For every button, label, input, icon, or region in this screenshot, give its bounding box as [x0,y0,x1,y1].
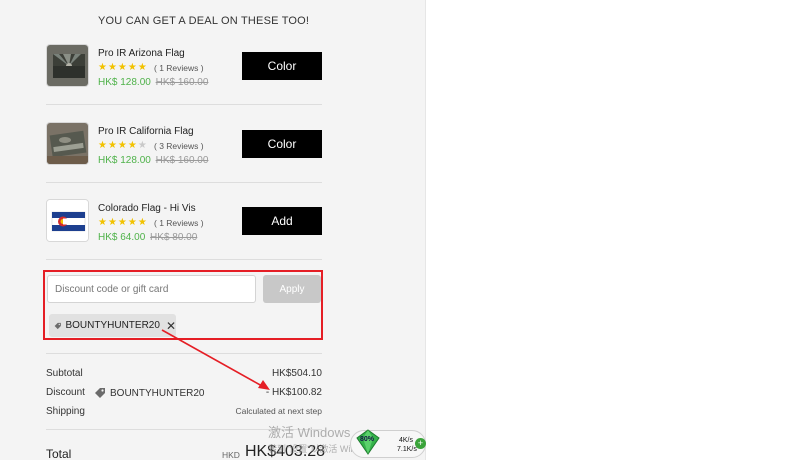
product-divider [46,259,322,260]
shipping-label: Shipping [46,406,85,417]
star-rating: ★★★★★ [98,140,148,151]
widget-percent: 80% [360,436,375,443]
discount-label: Discount [46,387,85,398]
product-name[interactable]: Pro IR California Flag [98,126,194,137]
remove-discount-icon[interactable]: ✕ [166,319,176,333]
subtotal-label: Subtotal [46,368,83,379]
discount-row: Discount BOUNTYHUNTER20 - HK$100.82 [46,387,322,399]
product-divider [46,104,322,105]
download-speed: 7.1K/s [397,446,417,453]
product-thumbnail[interactable] [46,122,89,165]
review-count[interactable]: ( 1 Reviews ) [154,218,204,228]
discount-code-input[interactable]: Discount code or gift card [47,275,256,303]
upsell-title: YOU CAN GET A DEAL ON THESE TOO! [98,15,310,27]
apply-button[interactable]: Apply [263,275,321,303]
panel-divider [425,0,426,460]
color-button[interactable]: Color [242,130,322,158]
plus-icon[interactable]: + [415,438,426,449]
applied-discount-code: BOUNTYHUNTER20 [65,320,160,331]
subtotal-row: Subtotal HK$504.10 [46,368,322,379]
section-divider [46,353,322,354]
product-name[interactable]: Pro IR Arizona Flag [98,48,185,59]
product-thumbnail[interactable] [46,199,89,242]
sale-price: HK$ 128.00 [98,77,151,88]
discount-code-text: BOUNTYHUNTER20 [110,387,205,399]
review-count[interactable]: ( 1 Reviews ) [154,63,204,73]
sale-price: HK$ 64.00 [98,232,146,243]
product-price: HK$ 128.00 HK$ 160.00 [98,77,208,88]
original-price: HK$ 160.00 [155,155,209,166]
upsell-product-colorado: Colorado Flag - Hi Vis ★★★★★ ( 1 Reviews… [46,199,322,277]
color-button[interactable]: Color [242,52,322,80]
subtotal-value: HK$504.10 [271,368,322,379]
upsell-product-california: Pro IR California Flag ★★★★★ ( 3 Reviews… [46,122,322,200]
product-thumbnail[interactable] [46,44,89,87]
shipping-value: Calculated at next step [235,406,322,416]
discount-value: - HK$100.82 [265,387,322,398]
product-price: HK$ 64.00 HK$ 80.00 [98,232,197,243]
discount-code-summary: BOUNTYHUNTER20 [94,387,204,399]
original-price: HK$ 160.00 [155,77,209,88]
upsell-product-arizona: Pro IR Arizona Flag ★★★★★ ( 1 Reviews ) … [46,44,322,122]
tag-icon [54,322,61,329]
tag-icon [95,388,105,398]
star-rating: ★★★★★ [98,217,148,228]
sale-price: HK$ 128.00 [98,155,151,166]
add-button[interactable]: Add [242,207,322,235]
total-label: Total [46,447,72,460]
applied-discount-chip: BOUNTYHUNTER20 ✕ [49,314,176,337]
total-currency: HKD [222,450,240,460]
star-rating: ★★★★★ [98,62,148,73]
upload-speed: 4K/s [399,437,414,444]
shipping-row: Shipping Calculated at next step [46,406,322,417]
product-name[interactable]: Colorado Flag - Hi Vis [98,203,196,214]
product-divider [46,182,322,183]
original-price: HK$ 80.00 [150,232,198,243]
review-count[interactable]: ( 3 Reviews ) [154,141,204,151]
product-price: HK$ 128.00 HK$ 160.00 [98,155,208,166]
